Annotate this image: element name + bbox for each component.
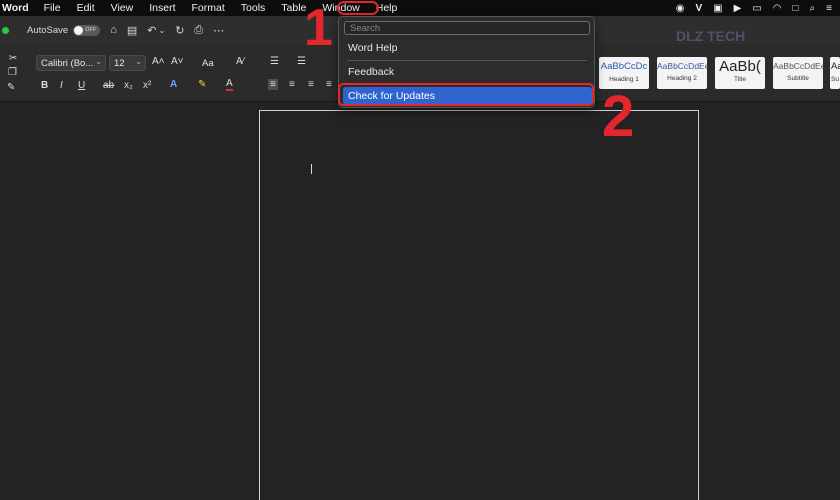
chevron-down-icon: ⌄ [135,57,142,66]
italic-icon[interactable]: I [60,80,63,91]
style-title[interactable]: AaBb( Title [715,57,765,89]
search-icon[interactable]: ⌕ [810,3,816,14]
style-name: Subtitle [787,75,809,82]
menu-item-word-help[interactable]: Word Help [348,42,397,54]
font-color-icon[interactable]: A [226,79,233,91]
style-name: Title [733,76,747,83]
play-icon[interactable]: ▶ [734,3,742,14]
menu-edit[interactable]: Edit [69,2,103,14]
style-sample: AaBbCcDc [600,61,648,72]
font-size-value: 12 [114,57,125,69]
chevron-down-icon: ⌄ [95,57,102,66]
menu-file[interactable]: File [36,2,69,14]
v-icon[interactable]: V [695,3,702,14]
step-2-annotation: 2 [602,84,635,149]
style-subtitle[interactable]: AaBbCcDdEe Subtitle [773,57,823,89]
check-updates-highlight-ring [338,83,594,106]
style-sample: AaBb( [719,58,761,75]
grow-font-icon[interactable]: A˄ [152,56,165,67]
style-subtle[interactable]: Aa Su [830,57,840,89]
step-1-annotation: 1 [304,0,333,57]
menu-insert[interactable]: Insert [141,2,183,14]
menu-format[interactable]: Format [184,2,233,14]
chat-icon[interactable]: ◉ [676,3,685,14]
menu-bar: Word File Edit View Insert Format Tools … [0,0,840,16]
help-search-input[interactable] [344,21,590,35]
align-right-icon[interactable]: ≡ [308,79,314,90]
text-effects-icon[interactable]: A [170,79,177,90]
justify-icon[interactable]: ≡ [326,79,332,90]
underline-icon[interactable]: U [78,80,85,91]
document-page[interactable] [259,110,699,500]
menu-separator [347,60,587,61]
menu-tools[interactable]: Tools [233,2,274,14]
style-sample: AaBbCcDdEe [773,61,823,71]
menu-app-word[interactable]: Word [0,2,36,14]
menu-view[interactable]: View [103,2,142,14]
numbering-icon[interactable]: ☰ [297,56,306,67]
clear-formatting-icon[interactable]: A∕ [236,56,244,67]
bold-icon[interactable]: B [41,80,48,91]
style-sample: Aa [831,61,840,72]
font-size-select[interactable]: 12 ⌄ [109,55,146,71]
toggle-knob [74,25,84,35]
window-close-dot-icon[interactable] [2,26,9,34]
align-left-icon[interactable]: ≡ [268,79,278,90]
status-area: ◉ V ▣ ▶ ▭ ◠ □ ⌕ ≡ [676,0,832,16]
more-icon[interactable]: ⋯ [213,24,224,37]
menu-item-feedback[interactable]: Feedback [348,66,394,78]
save-icon[interactable]: ▤ [127,24,137,37]
window-icon[interactable]: □ [793,3,799,14]
toggle-text: OFF [85,26,97,33]
autosave-toggle[interactable]: OFF [73,24,101,36]
watermark-logo: DLZ TECH [676,28,746,44]
font-name-value: Calibri (Bo... [41,57,94,69]
battery-icon[interactable]: ▭ [752,3,761,14]
undo-icon[interactable]: ↶ [147,24,156,37]
align-center-icon[interactable]: ≡ [289,79,295,90]
style-name: Heading 2 [667,75,697,82]
help-highlight-ring [337,1,379,15]
style-sample: AaBbCcDdEe [657,61,707,71]
highlight-icon[interactable]: ✎ [198,79,206,90]
autosave-label: AutoSave [27,24,69,36]
style-name: Su [831,76,839,83]
print-icon[interactable]: ⎙ [194,24,203,37]
chevron-down-icon[interactable]: ⌄ [158,26,165,35]
style-name: Heading 1 [609,76,639,83]
style-heading-2[interactable]: AaBbCcDdEe Heading 2 [657,57,707,89]
bullets-icon[interactable]: ☰ [270,56,279,67]
subscript-icon[interactable]: x₂ [124,80,133,91]
redo-icon[interactable]: ↻ [175,24,184,37]
font-name-select[interactable]: Calibri (Bo... ⌄ [36,55,106,71]
screen-icon[interactable]: ▣ [713,3,722,14]
home-icon[interactable]: ⌂ [110,24,117,36]
copy-icon[interactable]: ❐ [8,67,17,78]
cut-icon[interactable]: ✂ [9,53,17,64]
text-cursor [311,164,312,174]
wifi-icon[interactable]: ◠ [773,3,782,14]
strikethrough-icon[interactable]: ab [103,80,114,91]
change-case-select[interactable]: Aa [197,55,222,71]
shrink-font-icon[interactable]: A˅ [171,56,184,67]
superscript-icon[interactable]: x² [143,80,151,91]
format-painter-icon[interactable]: ✎ [7,82,15,93]
control-center-icon[interactable]: ≡ [826,3,832,14]
